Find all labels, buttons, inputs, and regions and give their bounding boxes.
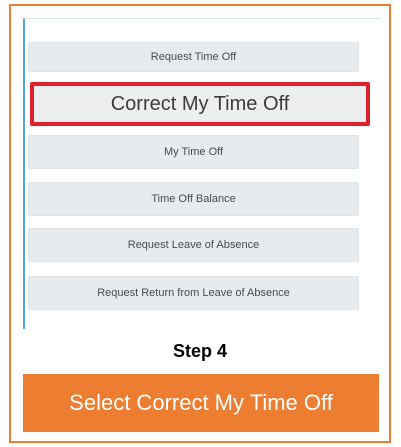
- time-off-balance-button[interactable]: Time Off Balance: [28, 182, 359, 216]
- instruction-banner: Select Correct My Time Off: [23, 374, 379, 432]
- correct-my-time-off-button[interactable]: Correct My Time Off: [30, 82, 370, 126]
- step-label: Step 4: [172, 341, 228, 361]
- request-return-from-leave-button[interactable]: Request Return from Leave of Absence: [28, 276, 359, 310]
- request-leave-of-absence-button[interactable]: Request Leave of Absence: [28, 228, 359, 262]
- request-time-off-button[interactable]: Request Time Off: [28, 42, 359, 72]
- my-time-off-button[interactable]: My Time Off: [28, 135, 359, 169]
